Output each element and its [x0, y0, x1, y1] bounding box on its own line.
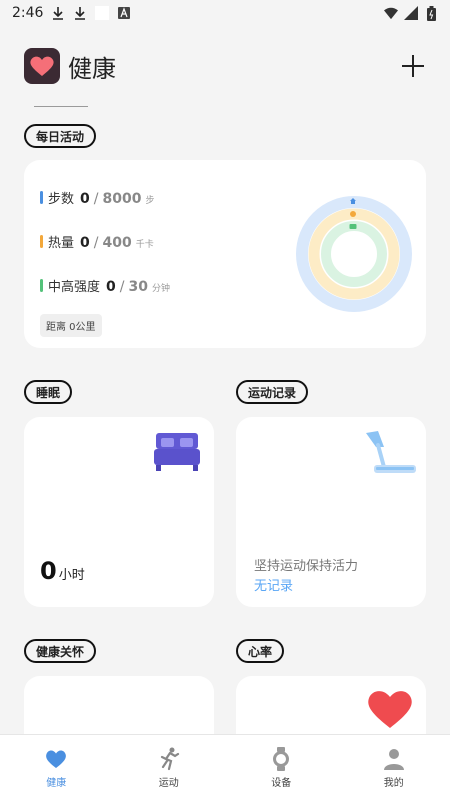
treadmill-icon: [366, 431, 416, 473]
nav-sport[interactable]: 运动: [113, 735, 226, 800]
activity-rings: [296, 196, 412, 312]
header-divider: [34, 106, 88, 107]
ring-calories-icon: [350, 211, 356, 217]
exercise-card[interactable]: 坚持运动保持活力 无记录: [236, 417, 426, 607]
nav-device-label: 设备: [271, 778, 292, 789]
steps-value: 0: [80, 191, 90, 207]
sleep-title: 睡眠: [24, 380, 73, 404]
daily-activity-title: 每日活动: [24, 124, 97, 148]
battery-icon: [424, 5, 438, 21]
nav-me-label: 我的: [383, 778, 404, 789]
intensity-metric: 中高强度 0 / 30 分钟: [40, 276, 170, 295]
calories-metric: 热量 0 / 400 千卡: [40, 232, 154, 251]
intensity-separator: /: [119, 279, 125, 295]
nav-health-label: 健康: [46, 778, 67, 789]
steps-label: 步数: [48, 192, 75, 207]
page-title: 健康: [68, 54, 116, 83]
intensity-unit: 分钟: [151, 284, 170, 294]
nav-me[interactable]: 我的: [338, 735, 450, 800]
add-button[interactable]: [400, 53, 426, 79]
runner-icon: [157, 747, 181, 771]
sleep-value: 0: [40, 557, 57, 585]
bottom-nav: 健康 运动 设备 我的: [0, 734, 450, 800]
steps-color-bar: [40, 191, 43, 204]
steps-separator: /: [93, 191, 99, 207]
intensity-goal: 30: [128, 279, 148, 295]
intensity-label: 中高强度: [48, 280, 101, 295]
download-icon: [51, 6, 65, 20]
sleep-duration: 0 小时: [40, 557, 85, 585]
intensity-ring: [321, 221, 387, 287]
steps-goal: 8000: [102, 191, 142, 207]
no-records-link[interactable]: 无记录: [254, 575, 293, 594]
calories-label: 热量: [48, 236, 75, 251]
wifi-icon: [384, 6, 398, 20]
intensity-color-bar: [40, 279, 43, 292]
watch-icon: [269, 747, 293, 771]
blank-notification-icon: [95, 6, 110, 20]
calories-goal: 400: [102, 235, 132, 251]
signal-icon: [404, 6, 418, 20]
status-bar: 2:46: [0, 0, 450, 26]
app-logo: [24, 48, 60, 84]
calories-separator: /: [93, 235, 99, 251]
heart-rate-title: 心率: [236, 639, 285, 663]
daily-activity-card[interactable]: 步数 0 / 8000 步 热量 0 / 400 千卡 中高强度 0 / 30 …: [24, 160, 426, 348]
steps-unit: 步: [145, 196, 155, 206]
calories-unit: 千卡: [135, 240, 154, 250]
intensity-value: 0: [106, 279, 116, 295]
steps-metric: 步数 0 / 8000 步: [40, 188, 154, 207]
sleep-unit: 小时: [58, 568, 85, 583]
heart-icon: [44, 747, 68, 771]
distance-badge: 距离 0公里: [40, 314, 102, 337]
status-time: 2:46: [12, 5, 44, 21]
app-header: 健康: [0, 44, 450, 88]
calories-value: 0: [80, 235, 90, 251]
nav-health[interactable]: 健康: [0, 735, 113, 800]
exercise-subtitle: 坚持运动保持活力: [254, 559, 359, 574]
font-notification-icon: [117, 6, 131, 20]
exercise-title: 运动记录: [236, 380, 309, 404]
health-care-title: 健康关怀: [24, 639, 97, 663]
download-icon: [73, 6, 87, 20]
heart-logo-icon: [30, 56, 54, 76]
person-icon: [382, 747, 406, 771]
calories-color-bar: [40, 235, 43, 248]
nav-device[interactable]: 设备: [225, 735, 338, 800]
heart-rate-icon: [368, 691, 412, 728]
nav-sport-label: 运动: [158, 778, 179, 789]
ring-intensity-icon: [349, 224, 357, 229]
bed-icon: [154, 433, 200, 471]
sleep-card[interactable]: 0 小时: [24, 417, 214, 607]
